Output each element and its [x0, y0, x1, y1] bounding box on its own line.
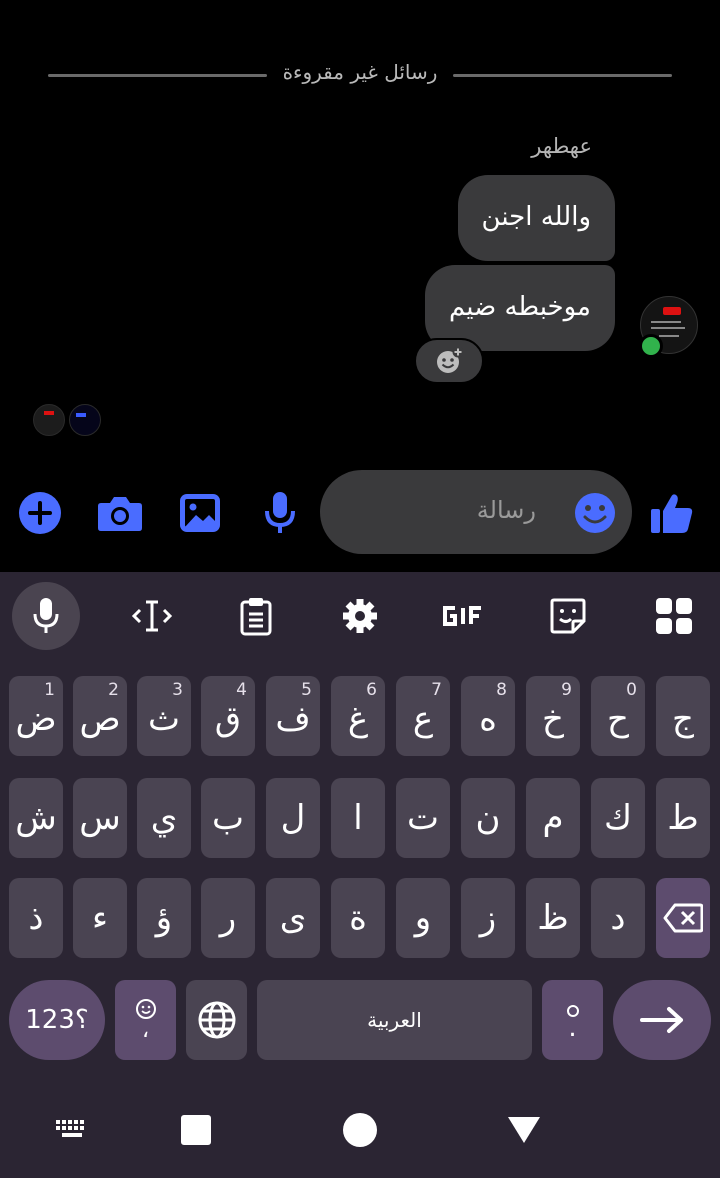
recents-icon: [181, 1115, 211, 1145]
sticker-button[interactable]: [534, 582, 602, 650]
unread-divider-label: رسائل غير مقروءة: [282, 60, 438, 84]
clipboard-button[interactable]: [222, 582, 290, 650]
settings-button[interactable]: [326, 582, 394, 650]
voice-message-button[interactable]: [257, 490, 303, 536]
unread-divider-left-line: [48, 74, 267, 77]
message-bubble[interactable]: والله اجنن: [457, 175, 615, 261]
key[interactable]: 5ف: [266, 676, 320, 756]
enter-arrow-icon: [640, 1007, 683, 1033]
sticker-icon: [550, 598, 586, 634]
gear-icon: [343, 599, 377, 633]
backspace-key[interactable]: [656, 878, 710, 958]
mic-icon: [33, 598, 59, 633]
like-button[interactable]: [649, 490, 695, 536]
emoji-icon[interactable]: [574, 492, 616, 534]
symbols-key[interactable]: ؟123: [9, 980, 105, 1060]
back-icon: [508, 1117, 540, 1143]
key[interactable]: ك: [591, 778, 645, 858]
more-features-button[interactable]: [640, 582, 708, 650]
key[interactable]: 7ع: [396, 676, 450, 756]
key[interactable]: ز: [461, 878, 515, 958]
add-reaction-icon: [437, 346, 464, 373]
key[interactable]: 9خ: [526, 676, 580, 756]
seen-avatar: [33, 404, 65, 436]
key[interactable]: ن: [461, 778, 515, 858]
key[interactable]: ط: [656, 778, 710, 858]
key[interactable]: ل: [266, 778, 320, 858]
keyboard-hide-icon: [56, 1120, 84, 1137]
key[interactable]: ى: [266, 878, 320, 958]
space-key[interactable]: العربية: [257, 980, 532, 1060]
home-button[interactable]: [340, 1108, 380, 1152]
emoji-comma-key[interactable]: ،: [115, 980, 176, 1060]
camera-icon: [98, 497, 142, 531]
keyboard: ج 0ح 9خ 8ه 7ع 6غ 5ف 4ق 3ث 2ص 1ض ط ك م ن …: [0, 572, 720, 1178]
recents-button[interactable]: [178, 1108, 214, 1152]
key[interactable]: س: [73, 778, 127, 858]
add-reaction-button[interactable]: [414, 338, 484, 384]
key[interactable]: 2ص: [73, 676, 127, 756]
key[interactable]: ؤ: [137, 878, 191, 958]
key[interactable]: ب: [201, 778, 255, 858]
key[interactable]: ة: [331, 878, 385, 958]
key[interactable]: 6غ: [331, 676, 385, 756]
language-key[interactable]: [186, 980, 247, 1060]
key[interactable]: د: [591, 878, 645, 958]
key[interactable]: ذ: [9, 878, 63, 958]
key[interactable]: ر: [201, 878, 255, 958]
text-edit-button[interactable]: [118, 582, 186, 650]
text-cursor-icon: [131, 600, 173, 632]
key[interactable]: و: [396, 878, 450, 958]
globe-icon: [198, 1001, 235, 1039]
key[interactable]: ش: [9, 778, 63, 858]
key[interactable]: ا: [331, 778, 385, 858]
keyboard-voice-button[interactable]: [12, 582, 80, 650]
gif-icon: [443, 606, 481, 626]
key[interactable]: 8ه: [461, 676, 515, 756]
keyboard-hide-button[interactable]: [52, 1108, 92, 1152]
message-placeholder: رسالة: [476, 496, 536, 524]
key[interactable]: 4ق: [201, 676, 255, 756]
online-status-dot: [639, 334, 663, 358]
gif-button[interactable]: [430, 582, 498, 650]
gallery-button[interactable]: [177, 490, 223, 536]
add-button[interactable]: [17, 490, 63, 536]
key[interactable]: ت: [396, 778, 450, 858]
key[interactable]: ظ: [526, 878, 580, 958]
emoji-icon: [135, 999, 156, 1019]
backspace-icon: [663, 903, 703, 933]
key[interactable]: 3ث: [137, 676, 191, 756]
key[interactable]: ء: [73, 878, 127, 958]
enter-key[interactable]: [613, 980, 711, 1060]
unread-divider-right-line: [453, 74, 672, 77]
key[interactable]: 0ح: [591, 676, 645, 756]
thumbs-up-icon: [651, 494, 693, 533]
key[interactable]: ي: [137, 778, 191, 858]
clipboard-icon: [240, 598, 272, 636]
key[interactable]: 1ض: [9, 676, 63, 756]
home-icon: [343, 1113, 377, 1147]
plus-icon: [19, 492, 61, 534]
key[interactable]: م: [526, 778, 580, 858]
period-key[interactable]: .: [542, 980, 603, 1060]
grid-icon: [656, 598, 692, 634]
mic-icon: [265, 492, 295, 533]
camera-button[interactable]: [97, 490, 143, 536]
back-button[interactable]: [504, 1108, 544, 1152]
image-icon: [180, 494, 220, 532]
sender-name: عهطهر: [531, 134, 592, 158]
seen-avatar: [69, 404, 101, 436]
message-input[interactable]: رسالة: [320, 470, 632, 554]
key[interactable]: ج: [656, 676, 710, 756]
